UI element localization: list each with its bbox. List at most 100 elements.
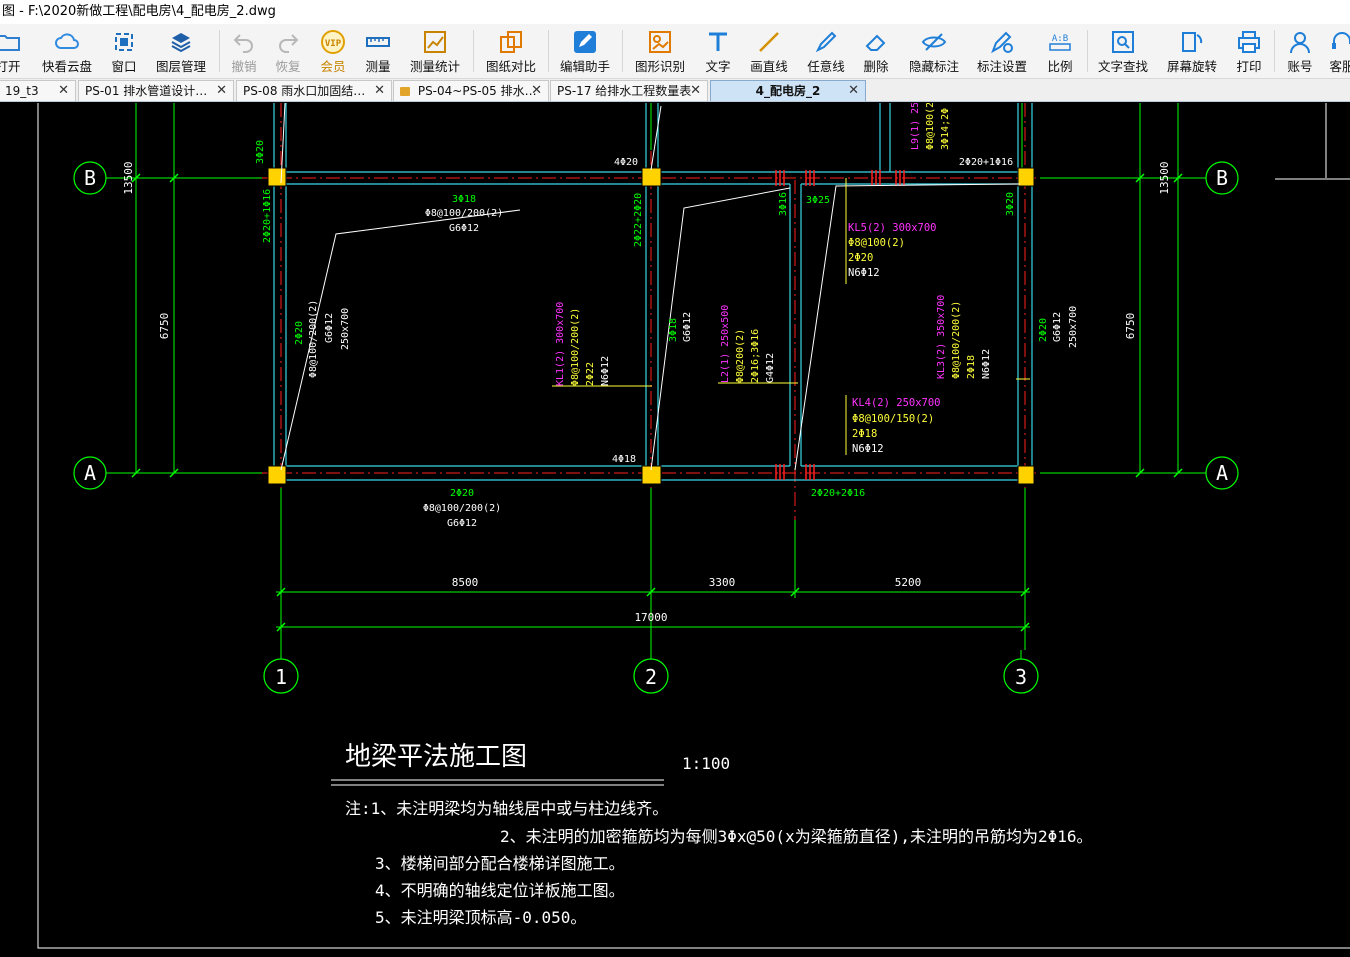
dim-8500: 8500	[452, 576, 479, 589]
note-2: 2、未注明的加密箍筋均为每侧3Φx@50(x为梁箍筋直径),未注明的吊筋均为2Φ…	[500, 827, 1093, 846]
dim-3300: 3300	[709, 576, 736, 589]
folder-open-icon	[0, 35, 20, 51]
close-icon[interactable]: ✕	[848, 81, 859, 101]
redo-icon	[279, 34, 299, 53]
tab-4-peidianfang-2[interactable]: 4_配电房_2 ✕	[710, 80, 866, 101]
delete-button[interactable]: 删除	[856, 24, 896, 78]
rebar-right-c: 250x700	[1068, 306, 1079, 348]
drawing-scale: 1:100	[682, 754, 730, 773]
axis-label-1: 1	[275, 665, 287, 689]
rebar-beam-top-b: Φ8@100/200(2)	[425, 208, 503, 219]
tab-ps-17[interactable]: PS-17 给排水工程数量表 ✕	[550, 80, 708, 101]
measure-stats-button[interactable]: 测量统计	[406, 24, 464, 78]
rebar-beam-top-a: 3Φ18	[452, 194, 476, 205]
note-1: 注:1、未注明梁均为轴线居中或与柱边线齐。	[345, 799, 668, 818]
rebar-left-b2: Φ8@100/200(2)	[308, 300, 319, 378]
kl4-rebar: 2Φ18	[852, 428, 877, 440]
text-icon	[709, 32, 727, 51]
eraser-icon	[865, 34, 886, 51]
support-icon	[1332, 32, 1350, 49]
print-icon	[1238, 31, 1260, 53]
dim-6750-left: 6750	[158, 313, 171, 340]
rebar-beam-bottom-b: Φ8@100/200(2)	[423, 503, 501, 514]
kl3-side-rebar: N6Φ12	[981, 349, 992, 379]
support-button[interactable]: 客服	[1324, 24, 1350, 78]
annotation-settings-button[interactable]: 标注设置	[972, 24, 1032, 78]
text-tool-button[interactable]: 文字	[698, 24, 738, 78]
shape-recognition-icon	[649, 31, 671, 53]
note-3: 3、楼梯间部分配合楼梯详图施工。	[375, 854, 625, 873]
shape-recognition-button[interactable]: 图形识别	[630, 24, 690, 78]
layer-manager-button[interactable]: 图层管理	[152, 24, 210, 78]
line-tool-button[interactable]: 画直线	[745, 24, 793, 78]
axis-label-a-right: A	[1216, 461, 1228, 485]
scale-button[interactable]: A:B 比例	[1038, 24, 1082, 78]
rotate-screen-button[interactable]: 屏幕旋转	[1162, 24, 1222, 78]
l2-stirrup: Φ8@200(2)	[735, 329, 746, 383]
close-icon[interactable]: ✕	[690, 81, 701, 101]
kl1-top-rebar: 2Φ22	[585, 362, 596, 386]
cloud-icon	[55, 33, 79, 49]
sheet-border	[37, 103, 1350, 949]
print-button[interactable]: 打印	[1228, 24, 1270, 78]
tab-ps-08[interactable]: PS-08 雨水口加固结… ✕	[236, 80, 392, 101]
vip-icon: VIP	[321, 30, 345, 54]
compare-icon	[500, 31, 522, 53]
undo-icon	[233, 34, 253, 53]
close-icon[interactable]: ✕	[531, 81, 542, 101]
rebar-beam-bottom-c: G6Φ12	[447, 518, 477, 529]
edit-assistant-button[interactable]: 编辑助手	[556, 24, 614, 78]
freehand-icon	[815, 31, 837, 53]
text-search-button[interactable]: 文字查找	[1094, 24, 1152, 78]
rebar-right-a: 2Φ20	[1038, 318, 1049, 342]
vip-button[interactable]: VIP 会员	[313, 24, 353, 78]
rotate-screen-icon	[1182, 32, 1203, 52]
account-button[interactable]: 账号	[1280, 24, 1320, 78]
rebar-beam-bottom-a: 2Φ20	[450, 488, 474, 499]
rebar-col2-b: G6Φ12	[682, 312, 693, 342]
measure-button[interactable]: 测量	[358, 24, 398, 78]
tab-ps-01[interactable]: PS-01 排水管道设计… ✕	[78, 80, 234, 101]
drawing-canvas[interactable]: B B A A 1 2 3 8500 3300 5200 17000 13500…	[0, 103, 1350, 957]
dim-13500-left: 13500	[122, 161, 135, 194]
l9-stirrup: Φ8@100(2)	[925, 103, 936, 150]
ruler-icon	[366, 37, 390, 47]
open-button[interactable]: 打开	[0, 24, 26, 78]
account-icon	[1290, 32, 1310, 54]
kl4-side-rebar: N6Φ12	[852, 443, 884, 455]
redo-button[interactable]: 恢复	[268, 24, 308, 78]
rebar-beam-top-c: G6Φ12	[449, 223, 479, 234]
cloud-drive-button[interactable]: 快看云盘	[40, 24, 94, 78]
compare-button[interactable]: 图纸对比	[482, 24, 540, 78]
window-icon	[115, 33, 133, 51]
window-button[interactable]: 窗口	[104, 24, 144, 78]
close-icon[interactable]: ✕	[216, 81, 227, 101]
document-tab-bar: 19_t3 ✕ PS-01 排水管道设计… ✕ PS-08 雨水口加固结… ✕ …	[0, 79, 1350, 102]
l9-name: L9(1) 250	[910, 103, 921, 150]
svg-text:A:B: A:B	[1052, 34, 1068, 44]
measure-stats-icon	[424, 31, 446, 53]
kl5-side-rebar: N6Φ12	[848, 267, 880, 279]
note-5: 5、未注明梁顶标高-0.050。	[375, 908, 586, 927]
rebar-mid-top: 3Φ16	[778, 192, 789, 216]
rebar-bay-top: 3Φ25	[806, 195, 830, 206]
rebar-left-b3: G6Φ12	[324, 313, 335, 343]
l2-side-rebar: G4Φ12	[765, 353, 776, 383]
rebar-bottom-mid: 4Φ18	[612, 454, 636, 465]
kl3-rebar: 2Φ18	[966, 355, 977, 379]
kl4-name: KL4(2) 250x700	[852, 397, 941, 409]
sheet-border-fragment	[1275, 103, 1350, 180]
hide-annotation-button[interactable]: 隐藏标注	[904, 24, 964, 78]
tab-19-t3[interactable]: 19_t3 ✕	[0, 80, 76, 101]
lock-icon	[400, 87, 410, 96]
undo-button[interactable]: 撤销	[224, 24, 264, 78]
close-icon[interactable]: ✕	[374, 81, 385, 101]
toolbar: 打开 快看云盘 窗口 图层管理 撤销 恢复 VIP 会员 测量 测量统计 图纸对…	[0, 24, 1350, 79]
tab-ps-04-05[interactable]: PS-04~PS-05 排水… ✕	[393, 80, 549, 101]
close-icon[interactable]: ✕	[58, 81, 69, 101]
rebar-bottom-right: 2Φ20+2Φ16	[811, 488, 865, 499]
kl1-name: KL1(2) 300x700	[555, 302, 566, 386]
dim-13500-right: 13500	[1158, 161, 1171, 194]
freehand-tool-button[interactable]: 任意线	[802, 24, 850, 78]
dim-6750-right: 6750	[1124, 313, 1137, 340]
